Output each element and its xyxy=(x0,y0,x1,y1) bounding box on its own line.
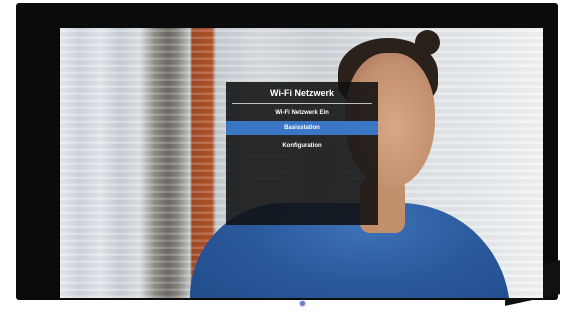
menu-item-konfiguration[interactable]: Konfiguration xyxy=(226,139,378,153)
tv-power-led xyxy=(300,301,305,306)
tv-screen: 2 Wi-Fi Netzwerk Wi-Fi Netzwerk Ein Basi… xyxy=(60,28,543,298)
menu-title: Wi-Fi Netzwerk xyxy=(270,88,334,98)
person-hair-bun xyxy=(415,30,440,55)
menu-item-basisstation[interactable]: Basisstation xyxy=(226,121,378,135)
menu-item-wifi-ein[interactable]: Wi-Fi Netzwerk Ein xyxy=(226,106,378,120)
wifi-network-menu: Wi-Fi Netzwerk Wi-Fi Netzwerk Ein Basiss… xyxy=(226,82,378,225)
channel-logo: 2 xyxy=(530,31,536,41)
menu-divider xyxy=(232,103,372,104)
